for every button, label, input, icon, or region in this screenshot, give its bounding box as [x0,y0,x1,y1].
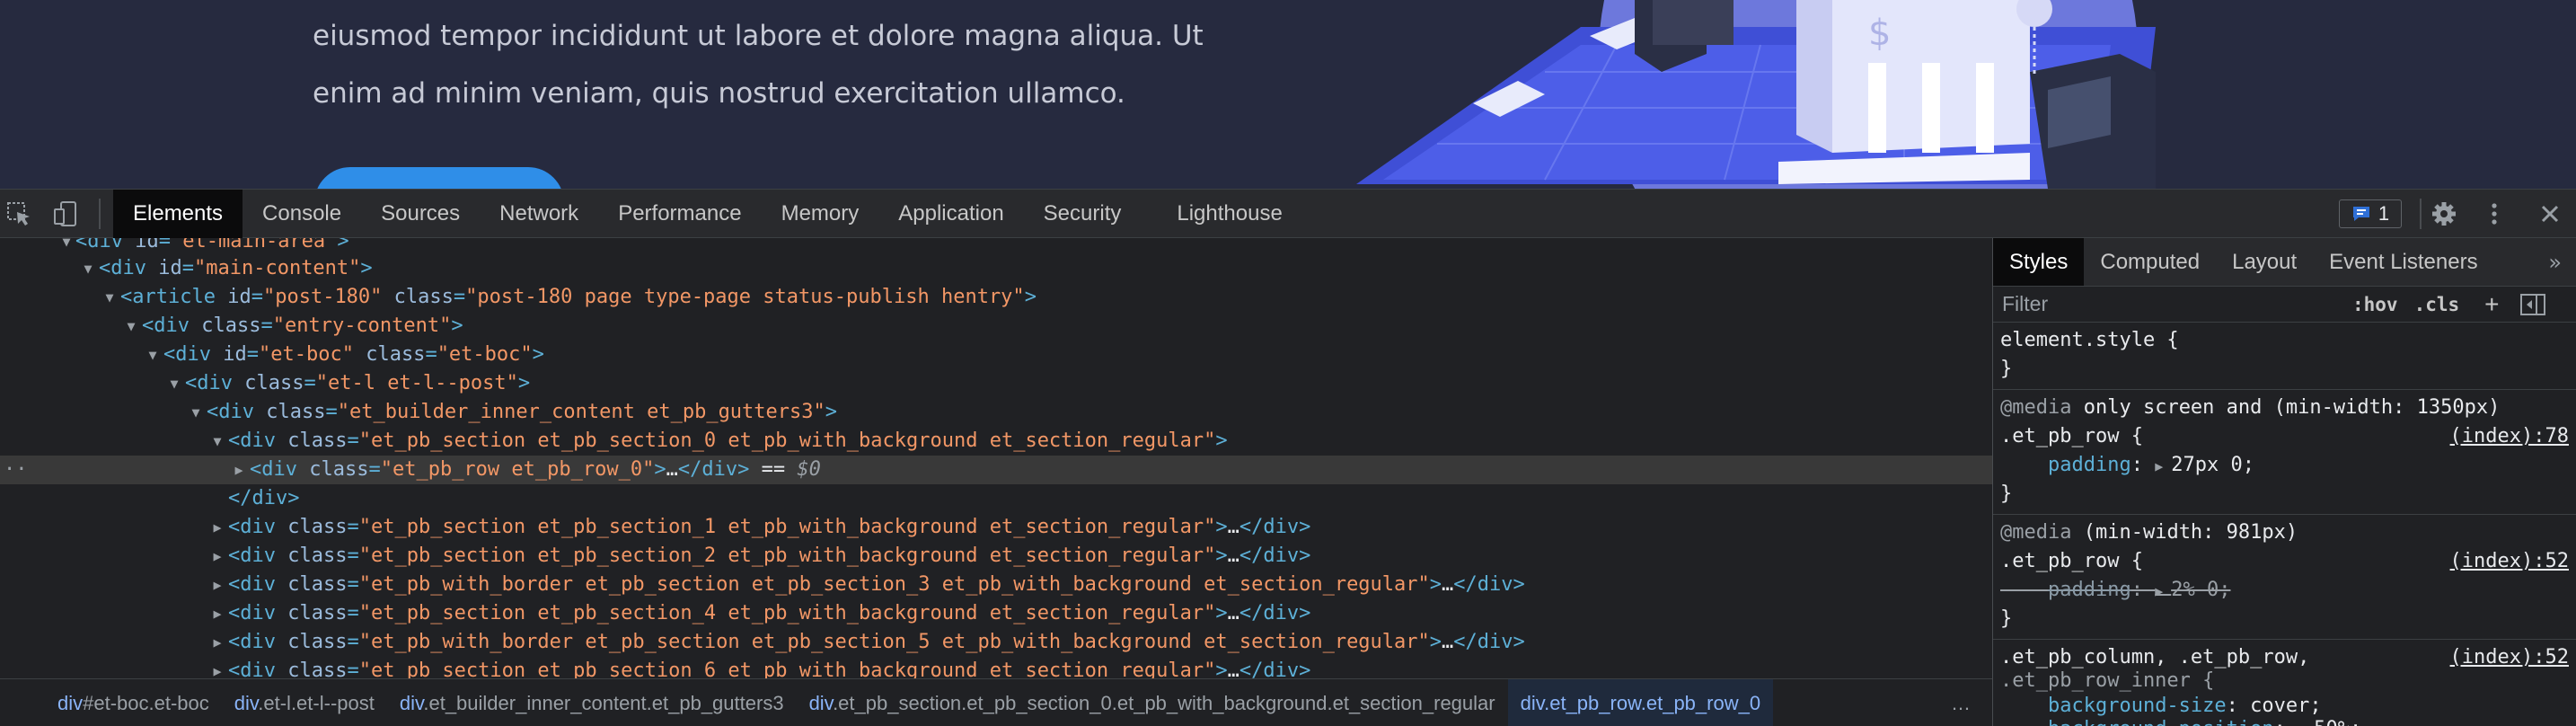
toolbar-separator [99,199,101,229]
dom-node-et-boc[interactable]: ▼ <div id="et-boc" class="et-boc"> [0,341,1992,369]
rule-close-brace: } [2000,607,2013,630]
dom-node-row-0-selected[interactable]: ·· ▶ <div class="et_pb_row et_pb_row_0">… [0,456,1992,484]
rule-source-link[interactable]: (index):52 [2450,547,2569,576]
svg-text:$: $ [1868,13,1891,54]
tab-computed[interactable]: Computed [2084,238,2216,286]
media-keyword: @media [2000,396,2072,419]
media-query: only screen and (min-width: 1350px) [2071,396,2501,419]
tab-security[interactable]: Security [1024,190,1142,238]
style-rule-3: .et_pb_column, .et_pb_row, (index):52 .et… [1993,640,2576,726]
tab-sources[interactable]: Sources [361,190,480,238]
dom-node-builder-inner[interactable]: ▼ <div class="et_builder_inner_content e… [0,398,1992,427]
dom-node-section-4[interactable]: ▶ <div class="et_pb_section et_pb_sectio… [0,599,1992,628]
hero-paragraph-line-1: eiusmod tempor incididunt ut labore et d… [313,20,1204,52]
rule-selector-continued[interactable]: .et_pb_row_inner { [2000,669,2214,692]
rule-selector[interactable]: .et_pb_row { [2000,550,2143,572]
dom-node-section-6[interactable]: ▶ <div class="et_pb_section et_pb_sectio… [0,657,1992,678]
styles-sidebar: Styles Computed Layout Event Listeners »… [1992,238,2576,726]
dom-node-section-0-close[interactable]: </div> [0,484,1992,513]
tab-network[interactable]: Network [480,190,598,238]
rule-selector[interactable]: .et_pb_column, .et_pb_row, [2000,646,2309,668]
cls-toggle-button[interactable]: .cls [2414,294,2460,315]
hov-toggle-button[interactable]: :hov [2352,294,2398,315]
element-style-selector[interactable]: element.style { [2000,329,2179,351]
dom-node-main-area[interactable]: ▼ <div id="et-main-area"> [0,238,1992,256]
css-property-name[interactable]: background-size [2048,695,2227,717]
hero-paragraph: eiusmod tempor incididunt ut labore et d… [313,7,1247,122]
breadcrumb-item[interactable]: div.et_builder_inner_content.et_pb_gutte… [387,679,797,726]
css-property-name[interactable]: padding [2048,454,2131,476]
message-icon [2352,207,2369,221]
media-query: (min-width: 981px) [2071,521,2298,544]
tab-console[interactable]: Console [243,190,361,238]
css-property-name[interactable]: background-position [2048,718,2274,726]
rule-close-brace: } [2000,483,2013,505]
tab-event-listeners[interactable]: Event Listeners [2313,238,2493,286]
bank-illustration: $ [1356,0,2156,189]
close-icon[interactable] [2536,200,2563,227]
media-keyword: @media [2000,521,2072,544]
rule-source-link[interactable]: (index):78 [2450,422,2569,451]
dom-node-section-3[interactable]: ▶ <div class="et_pb_with_border et_pb_se… [0,571,1992,599]
dom-node-section-5[interactable]: ▶ <div class="et_pb_with_border et_pb_se… [0,628,1992,657]
dom-node-et-l[interactable]: ▼ <div class="et-l et-l--post"> [0,369,1992,398]
style-rule-1: @media only screen and (min-width: 1350p… [1993,390,2576,515]
styles-filter-bar: :hov .cls + [1993,287,2576,323]
more-tabs-icon[interactable]: » [2534,238,2576,286]
css-property-value[interactable]: 27px 0; [2171,454,2254,476]
devtools-tabbar: Elements Console Sources Network Perform… [0,190,2576,238]
css-property-value[interactable]: cover; [2250,695,2321,717]
sidebar-tabs: Styles Computed Layout Event Listeners » [1993,238,2576,287]
breadcrumb-item[interactable]: div.et-l.et-l--post [222,679,387,726]
dom-node-section-2[interactable]: ▶ <div class="et_pb_section et_pb_sectio… [0,542,1992,571]
tab-application[interactable]: Application [878,190,1023,238]
css-property-name-overridden[interactable]: padding [2048,579,2131,601]
css-property-value-overridden[interactable]: 2% 0; [2171,579,2230,601]
dom-node-entry-content[interactable]: ▼ <div class="entry-content"> [0,312,1992,341]
style-rule-2: @media (min-width: 981px) .et_pb_row { (i… [1993,515,2576,640]
more-options-icon[interactable] [2481,200,2508,227]
toolbar-separator [2420,199,2422,229]
styles-rules: element.style { } @media only screen and… [1993,323,2576,726]
tab-memory[interactable]: Memory [762,190,879,238]
hero-paragraph-line-2: enim ad minim veniam, quis nostrud exerc… [313,77,1125,110]
breadcrumb-item[interactable]: div#et-boc.et-boc [0,679,222,726]
device-toolbar-icon[interactable] [52,200,79,227]
breadcrumb-overflow-icon[interactable]: … [1951,692,1992,715]
breadcrumb-item[interactable]: div.et_pb_section.et_pb_section_0.et_pb_… [797,679,1508,726]
dom-node-section-1[interactable]: ▶ <div class="et_pb_section et_pb_sectio… [0,513,1992,542]
rule-close-brace: } [2000,358,2013,380]
gear-icon[interactable] [2430,200,2457,227]
devtools-tabs: Elements Console Sources Network Perform… [113,190,1302,238]
website-viewport: eiusmod tempor incididunt ut labore et d… [0,0,2576,189]
inspect-element-icon[interactable] [5,200,32,227]
hero-cta-button[interactable] [314,167,564,189]
dom-node-main-content[interactable]: ▼ <div id="main-content"> [0,254,1992,283]
tab-elements[interactable]: Elements [113,190,243,238]
style-rule-element: element.style { } [1993,323,2576,390]
toggle-sidebar-icon[interactable] [2519,293,2546,316]
dom-node-article[interactable]: ▼ <article id="post-180" class="post-180… [0,283,1992,312]
tab-layout[interactable]: Layout [2216,238,2313,286]
issues-count: 1 [2378,202,2390,225]
tab-performance[interactable]: Performance [598,190,761,238]
dom-node-section-0[interactable]: ▼ <div class="et_pb_section et_pb_sectio… [0,427,1992,456]
tab-styles[interactable]: Styles [1993,238,2085,286]
issues-counter-button[interactable]: 1 [2339,199,2402,228]
rule-selector[interactable]: .et_pb_row { [2000,425,2143,447]
tab-lighthouse[interactable]: Lighthouse [1141,190,1301,238]
breadcrumb-item-selected[interactable]: div.et_pb_row.et_pb_row_0 [1507,678,1774,726]
elements-dom-tree: ▼ <div id="et-main-area"> ▼ <div id="mai… [0,238,1992,678]
styles-filter-input[interactable] [1997,288,2336,321]
breadcrumb: div#et-boc.et-boc div.et-l.et-l--post di… [0,678,1992,726]
css-property-value[interactable]: 50%; [2314,718,2361,726]
devtools-panel: Elements Console Sources Network Perform… [0,189,2576,726]
new-style-rule-icon[interactable]: + [2484,290,2499,319]
